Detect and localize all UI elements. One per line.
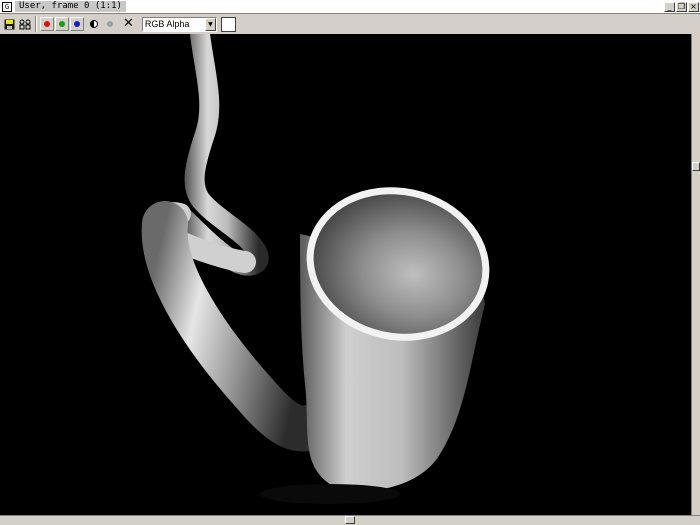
toolbar: ✕ RGB Alpha ▼ <box>0 14 700 34</box>
color-swatch[interactable] <box>220 16 236 32</box>
render-viewport[interactable] <box>0 34 691 515</box>
render-window: G User, frame 0 (1:1) _ ❐ × ✕ RGB Alpha … <box>0 0 700 525</box>
window-title: User, frame 0 (1:1) <box>15 1 126 12</box>
save-icon[interactable] <box>2 17 16 31</box>
restore-button[interactable]: ❐ <box>676 1 687 12</box>
title-bar[interactable]: G User, frame 0 (1:1) _ ❐ × <box>0 0 700 14</box>
blue-dot-icon <box>74 21 80 27</box>
minimize-button[interactable]: _ <box>664 1 675 12</box>
green-dot-icon <box>59 21 65 27</box>
horizontal-scrollbar[interactable] <box>0 515 700 525</box>
clear-icon[interactable]: ✕ <box>123 17 134 31</box>
display-channel-value: RGB Alpha <box>144 19 190 29</box>
chevron-down-icon[interactable]: ▼ <box>204 17 216 31</box>
red-dot-icon <box>44 21 50 27</box>
monochrome-icon[interactable] <box>87 17 101 31</box>
blue-channel-button[interactable] <box>70 17 84 31</box>
horizontal-scroll-thumb[interactable] <box>345 516 355 524</box>
vertical-scrollbar[interactable] <box>691 34 700 515</box>
rendered-image <box>141 34 490 504</box>
vertical-scroll-thumb[interactable] <box>692 162 700 171</box>
red-channel-button[interactable] <box>40 17 54 31</box>
alpha-channel-icon[interactable] <box>103 17 117 31</box>
render-frame-icon[interactable]: G <box>2 1 12 12</box>
clone-icon[interactable] <box>18 17 32 31</box>
toolbar-separator <box>35 16 37 32</box>
display-channel-select[interactable]: RGB Alpha ▼ <box>141 16 217 32</box>
green-channel-button[interactable] <box>55 17 69 31</box>
close-button[interactable]: × <box>688 1 699 12</box>
